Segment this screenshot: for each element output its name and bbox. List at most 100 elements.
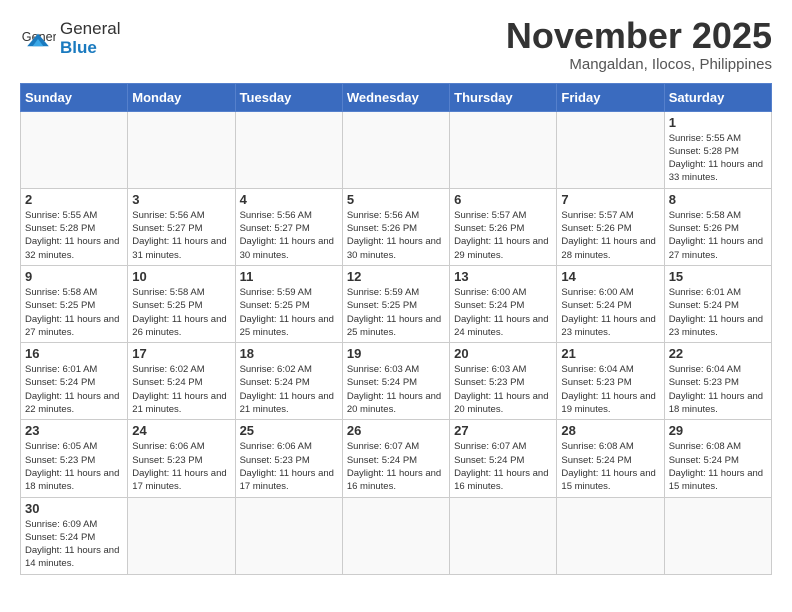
daylight-text: Daylight: 11 hours and 29 minutes. (454, 236, 548, 260)
sunset-text: Sunset: 5:23 PM (240, 455, 310, 466)
calendar-cell (21, 111, 128, 188)
daylight-text: Daylight: 11 hours and 15 minutes. (669, 468, 763, 492)
day-number: 2 (25, 192, 123, 207)
daylight-text: Daylight: 11 hours and 20 minutes. (454, 391, 548, 415)
day-info: Sunrise: 6:00 AMSunset: 5:24 PMDaylight:… (561, 286, 659, 339)
calendar-cell: 27Sunrise: 6:07 AMSunset: 5:24 PMDayligh… (450, 420, 557, 497)
sunset-text: Sunset: 5:24 PM (25, 377, 95, 388)
day-info: Sunrise: 6:08 AMSunset: 5:24 PMDaylight:… (561, 440, 659, 493)
sunrise-text: Sunrise: 6:07 AM (454, 441, 526, 452)
day-info: Sunrise: 6:07 AMSunset: 5:24 PMDaylight:… (454, 440, 552, 493)
calendar-cell: 24Sunrise: 6:06 AMSunset: 5:23 PMDayligh… (128, 420, 235, 497)
calendar-cell: 15Sunrise: 6:01 AMSunset: 5:24 PMDayligh… (664, 265, 771, 342)
daylight-text: Daylight: 11 hours and 33 minutes. (669, 159, 763, 183)
day-info: Sunrise: 5:57 AM Sunset: 5:26 PM Daylight:… (561, 209, 659, 262)
day-info: Sunrise: 5:59 AMSunset: 5:25 PMDaylight:… (347, 286, 445, 339)
daylight-text: Daylight: 11 hours and 27 minutes. (669, 236, 763, 260)
day-number: 17 (132, 346, 230, 361)
day-info: Sunrise: 6:02 AM Sunset: 5:24 PM Daylight:… (132, 363, 230, 416)
day-info: Sunrise: 5:55 AMSunset: 5:28 PMDaylight:… (669, 132, 767, 185)
daylight-text: Daylight: 11 hours and 16 minutes. (347, 468, 441, 492)
calendar-cell: 23Sunrise: 6:05 AMSunset: 5:23 PMDayligh… (21, 420, 128, 497)
day-number: 18 (240, 346, 338, 361)
sunrise-text: Sunrise: 5:59 AM (240, 287, 312, 298)
calendar-cell: 21 Sunrise: 6:04 AMSunset: 5:23 PMDayligh… (557, 343, 664, 420)
header-wednesday: Wednesday (342, 83, 449, 111)
calendar-cell (557, 111, 664, 188)
sunrise-text: Sunrise: 6:03 AM (347, 364, 419, 375)
sunset-text: Sunset: 5:24 PM (240, 377, 310, 388)
sunrise-text: Sunrise: 5:58 AM (132, 287, 204, 298)
calendar-cell: 7 Sunrise: 5:57 AM Sunset: 5:26 PM Daylight… (557, 188, 664, 265)
day-number: 14 (561, 269, 659, 284)
calendar-cell: 13Sunrise: 6:00 AMSunset: 5:24 PMDayligh… (450, 265, 557, 342)
calendar-cell: 11 Sunrise: 5:59 AM Sunset: 5:25 PM Dayligh… (235, 265, 342, 342)
calendar-cell: 29Sunrise: 6:08 AMSunset: 5:24 PMDayligh… (664, 420, 771, 497)
sunrise-text: Sunrise: 6:09 AM (25, 519, 97, 530)
calendar-cell: 30Sunrise: 6:09 AMSunset: 5:24 PMDayligh… (21, 497, 128, 574)
day-number: 6 (454, 192, 552, 207)
sunrise-text: Sunrise: 6:05 AM (25, 441, 97, 452)
sunset-text: Sunset: 5:24 PM (132, 377, 202, 388)
daylight-text: Daylight: 11 hours and 23 minutes. (669, 314, 763, 338)
day-number: 24 (132, 423, 230, 438)
sunset-text: Sunset: 5:25 PM (347, 300, 417, 311)
sunrise-text: Sunrise: 6:07 AM (347, 441, 419, 452)
calendar-row: 1Sunrise: 5:55 AMSunset: 5:28 PMDaylight… (21, 111, 772, 188)
sunset-text: Sunset: 5:26 PM (561, 223, 631, 234)
calendar-cell (235, 497, 342, 574)
day-number: 23 (25, 423, 123, 438)
day-number: 21 (561, 346, 659, 361)
sunset-text: Sunset: 5:23 PM (561, 377, 631, 388)
sunrise-text: Sunrise: 5:57 AM (561, 210, 633, 221)
calendar-cell (128, 111, 235, 188)
sunset-text: Sunset: 5:27 PM (240, 223, 310, 234)
sunset-text: Sunset: 5:25 PM (25, 300, 95, 311)
day-number: 19 (347, 346, 445, 361)
day-number: 4 (240, 192, 338, 207)
daylight-text: Daylight: 11 hours and 21 minutes. (132, 391, 226, 415)
daylight-text: Daylight: 11 hours and 22 minutes. (25, 391, 119, 415)
sunset-text: Sunset: 5:25 PM (240, 300, 310, 311)
calendar-cell: 5Sunrise: 5:56 AMSunset: 5:26 PMDaylight… (342, 188, 449, 265)
day-number: 7 (561, 192, 659, 207)
day-info: Sunrise: 6:01 AMSunset: 5:24 PMDaylight:… (669, 286, 767, 339)
daylight-text: Daylight: 11 hours and 27 minutes. (25, 314, 119, 338)
calendar-cell: 22Sunrise: 6:04 AMSunset: 5:23 PMDayligh… (664, 343, 771, 420)
sunset-text: Sunset: 5:26 PM (669, 223, 739, 234)
sunrise-text: Sunrise: 6:03 AM (454, 364, 526, 375)
day-info: Sunrise: 6:03 AMSunset: 5:23 PMDaylight:… (454, 363, 552, 416)
day-number: 11 (240, 269, 338, 284)
logo-blue: Blue (60, 39, 120, 58)
sunrise-text: Sunrise: 5:55 AM (25, 210, 97, 221)
daylight-text: Daylight: 11 hours and 25 minutes. (240, 314, 334, 338)
header-area: General General Blue November 2025 Manga… (20, 16, 772, 73)
location-subtitle: Mangaldan, Ilocos, Philippines (506, 56, 772, 73)
day-number: 25 (240, 423, 338, 438)
calendar-cell: 6Sunrise: 5:57 AMSunset: 5:26 PMDaylight… (450, 188, 557, 265)
sunrise-text: Sunrise: 6:02 AM (132, 364, 204, 375)
sunrise-text: Sunrise: 5:55 AM (669, 133, 741, 144)
sunrise-text: Sunrise: 5:58 AM (25, 287, 97, 298)
logo: General General Blue (20, 20, 120, 57)
day-info: Sunrise: 5:59 AM Sunset: 5:25 PM Daylight:… (240, 286, 338, 339)
calendar-cell: 10 Sunrise: 5:58 AMSunset: 5:25 PMDayligh… (128, 265, 235, 342)
calendar-cell (128, 497, 235, 574)
day-info: Sunrise: 6:04 AMSunset: 5:23 PMDaylight:… (561, 363, 659, 416)
daylight-text: Daylight: 11 hours and 28 minutes. (561, 236, 655, 260)
sunset-text: Sunset: 5:27 PM (132, 223, 202, 234)
sunrise-text: Sunrise: 5:56 AM (347, 210, 419, 221)
day-info: Sunrise: 5:58 AMSunset: 5:25 PMDaylight:… (132, 286, 230, 339)
calendar-cell: 28Sunrise: 6:08 AMSunset: 5:24 PMDayligh… (557, 420, 664, 497)
day-number: 5 (347, 192, 445, 207)
day-number: 10 (132, 269, 230, 284)
sunset-text: Sunset: 5:23 PM (132, 455, 202, 466)
daylight-text: Daylight: 11 hours and 23 minutes. (561, 314, 655, 338)
day-info: Sunrise: 5:58 AMSunset: 5:26 PMDaylight:… (669, 209, 767, 262)
day-info: Sunrise: 6:04 AMSunset: 5:23 PMDaylight:… (669, 363, 767, 416)
sunset-text: Sunset: 5:24 PM (25, 532, 95, 543)
daylight-text: Daylight: 11 hours and 18 minutes. (669, 391, 763, 415)
daylight-text: Daylight: 11 hours and 25 minutes. (347, 314, 441, 338)
day-number: 20 (454, 346, 552, 361)
header-monday: Monday (128, 83, 235, 111)
